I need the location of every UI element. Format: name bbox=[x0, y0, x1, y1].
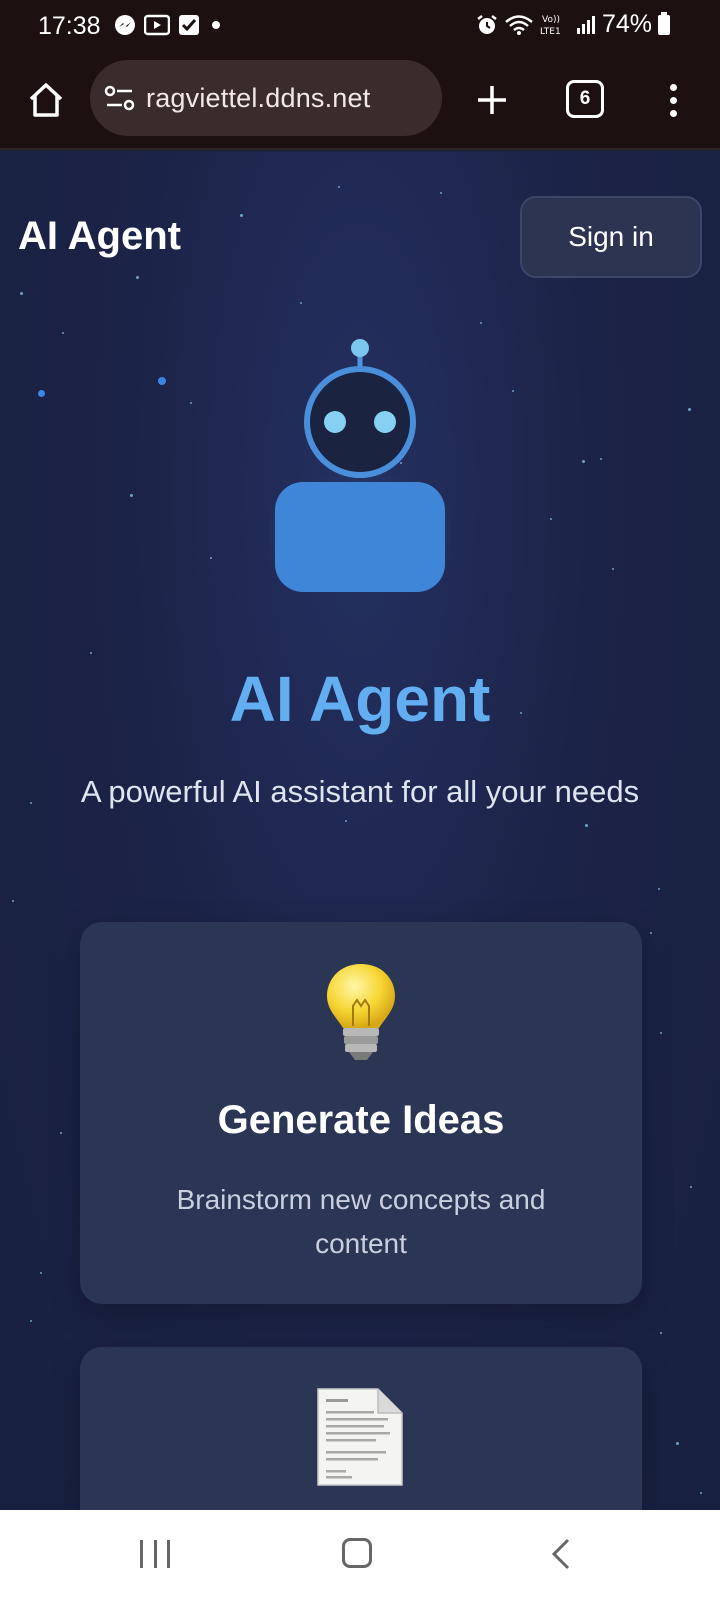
star-dot bbox=[40, 1272, 42, 1274]
star-dot bbox=[690, 1186, 692, 1188]
hero-subtitle: A powerful AI assistant for all your nee… bbox=[80, 774, 640, 809]
video-app-icon bbox=[144, 14, 170, 36]
star-dot bbox=[136, 276, 139, 279]
site-brand[interactable]: AI Agent bbox=[18, 214, 181, 259]
signal-icon bbox=[576, 15, 595, 34]
star-dot bbox=[480, 322, 482, 324]
card-description: Brainstorm new concepts and content bbox=[176, 1184, 546, 1259]
hero-title: AI Agent bbox=[229, 663, 491, 735]
volte-icon: Vo)) LTE1 bbox=[540, 15, 561, 37]
robot-mascot-icon bbox=[270, 339, 450, 592]
star-dot bbox=[338, 186, 340, 188]
card-title: Generate Ideas bbox=[217, 1098, 505, 1142]
star-dot bbox=[240, 214, 243, 217]
checkbox-app-icon bbox=[179, 15, 199, 35]
status-bar: 17:38 Vo)) LTE1 74% bbox=[0, 0, 720, 50]
svg-text:Vo)): Vo)) bbox=[542, 15, 560, 25]
battery-percent: 74% bbox=[601, 10, 652, 38]
sign-in-button[interactable]: Sign in bbox=[520, 196, 702, 278]
alarm-icon bbox=[477, 14, 497, 34]
star-dot bbox=[585, 824, 588, 827]
tab-switcher-button[interactable]: 6 bbox=[566, 80, 604, 118]
star-dot bbox=[38, 390, 45, 397]
more-dot bbox=[669, 83, 677, 91]
url-bar[interactable]: ragviettel.ddns.net bbox=[90, 60, 442, 136]
messenger-icon bbox=[115, 15, 135, 35]
star-dot bbox=[600, 458, 602, 460]
document-icon bbox=[317, 1388, 403, 1486]
star-dot bbox=[512, 390, 514, 392]
star-dot bbox=[440, 192, 442, 194]
star-dot bbox=[688, 408, 691, 411]
notification-icons bbox=[114, 14, 224, 36]
star-dot bbox=[582, 460, 585, 463]
browser-home-button[interactable] bbox=[24, 78, 68, 122]
star-dot bbox=[90, 652, 92, 654]
browser-toolbar: ragviettel.ddns.net 6 bbox=[0, 50, 720, 150]
star-dot bbox=[660, 1032, 662, 1034]
star-dot bbox=[660, 1332, 662, 1334]
star-dot bbox=[20, 292, 23, 295]
recents-button[interactable] bbox=[140, 1540, 170, 1568]
star-dot bbox=[30, 1320, 32, 1322]
star-dot bbox=[12, 900, 14, 902]
dot-icon bbox=[212, 21, 220, 29]
lightbulb-icon bbox=[327, 964, 395, 1060]
star-dot bbox=[210, 557, 212, 559]
star-dot bbox=[650, 932, 652, 934]
star-dot bbox=[158, 377, 166, 385]
star-dot bbox=[130, 494, 133, 497]
star-dot bbox=[62, 332, 64, 334]
new-tab-button[interactable] bbox=[470, 78, 514, 122]
status-time: 17:38 bbox=[38, 12, 101, 40]
star-dot bbox=[612, 568, 614, 570]
more-menu-button[interactable] bbox=[658, 78, 688, 122]
system-nav-bar bbox=[0, 1510, 720, 1600]
recents-icon bbox=[140, 1540, 143, 1568]
svg-text:LTE1: LTE1 bbox=[540, 27, 561, 37]
star-dot bbox=[300, 302, 302, 304]
wifi-icon bbox=[505, 14, 533, 35]
star-dot bbox=[190, 402, 192, 404]
back-icon[interactable] bbox=[548, 1538, 572, 1570]
star-dot bbox=[60, 1132, 62, 1134]
more-dot bbox=[669, 109, 677, 117]
system-status: Vo)) LTE1 74% bbox=[476, 10, 670, 39]
star-dot bbox=[658, 888, 660, 890]
star-dot bbox=[676, 1442, 679, 1445]
web-page: AI Agent Sign in AI Agent A powerful AI … bbox=[0, 152, 720, 1510]
star-dot bbox=[550, 518, 552, 520]
url-text: ragviettel.ddns.net bbox=[146, 82, 371, 113]
home-icon bbox=[29, 83, 63, 117]
star-dot bbox=[700, 1492, 702, 1494]
site-settings-icon bbox=[104, 85, 135, 111]
feature-card-generate-ideas[interactable]: Generate Ideas Brainstorm new concepts a… bbox=[80, 922, 642, 1304]
home-button[interactable] bbox=[342, 1538, 372, 1568]
plus-icon bbox=[478, 86, 506, 114]
more-dot bbox=[669, 96, 677, 104]
recents-icon bbox=[153, 1540, 157, 1568]
recents-icon bbox=[167, 1540, 170, 1568]
feature-card-document[interactable] bbox=[80, 1347, 642, 1510]
battery-icon bbox=[658, 11, 670, 35]
star-dot bbox=[345, 820, 347, 822]
